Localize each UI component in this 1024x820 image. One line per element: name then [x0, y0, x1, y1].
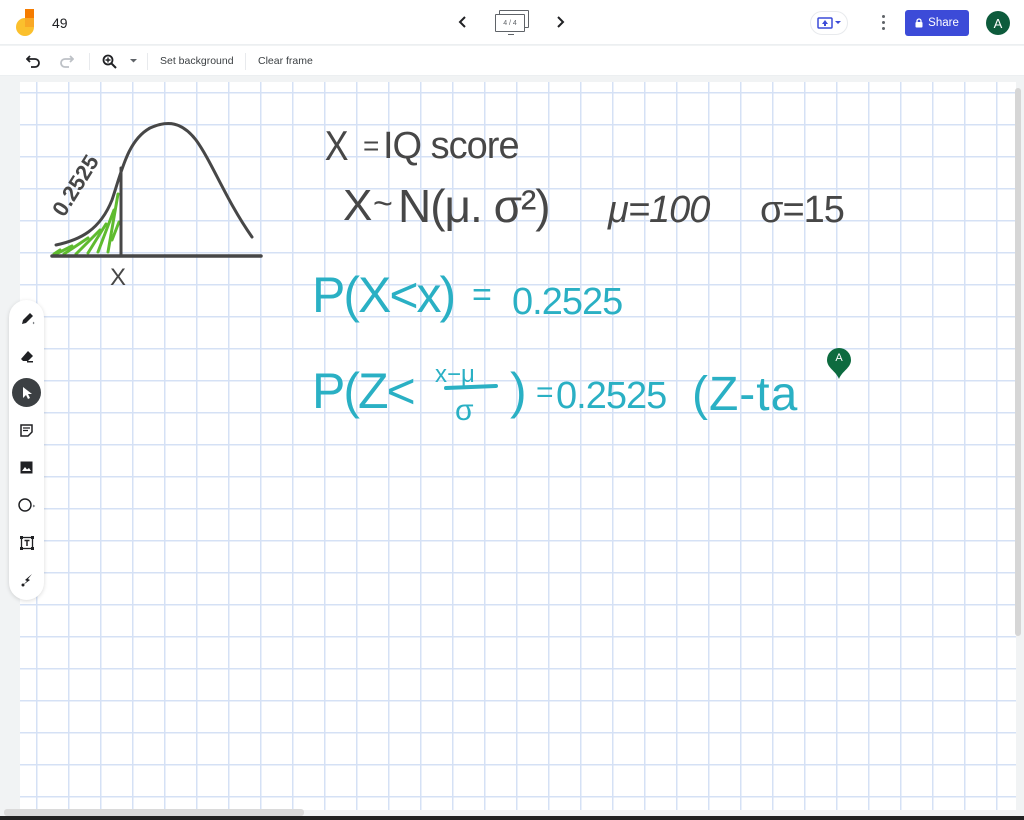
line-iq-definition: X = IQ score [325, 123, 520, 169]
toolbar-divider [245, 53, 246, 70]
frame-indicator-line [508, 34, 514, 35]
zoom-dropdown-button[interactable] [124, 52, 142, 70]
sticky-note-icon [20, 424, 33, 437]
line3-val: 0.2525 [512, 281, 622, 323]
line3-expr: P(X<x) [312, 267, 454, 323]
undo-button[interactable] [24, 52, 42, 70]
next-frame-button[interactable] [550, 12, 570, 32]
select-tool[interactable] [12, 378, 41, 407]
image-icon [20, 461, 33, 474]
vertical-scrollbar[interactable] [1015, 88, 1021, 636]
x-cutoff-label: X [110, 264, 126, 291]
jamboard-logo-icon[interactable] [16, 9, 38, 37]
line3-eq: = [472, 276, 492, 314]
share-button[interactable]: Share [905, 10, 969, 36]
frame-bar-toggle[interactable]: 4 / 4 [494, 10, 530, 36]
normal-curve-sketch: 0.2525 X [47, 122, 263, 291]
text-box-icon [19, 535, 34, 550]
laser-tool[interactable] [12, 565, 41, 594]
eraser-icon [20, 350, 33, 362]
line2-dist: N(μ. σ²) [398, 180, 550, 232]
ink-layer: 0.2525 X X = IQ score X ~ N(μ. σ²) μ=100… [47, 122, 845, 427]
line1-lhs: X [325, 123, 349, 169]
laser-icon [21, 573, 32, 586]
cursor-arrow-icon [22, 386, 32, 399]
present-button[interactable] [810, 11, 848, 35]
line4-lhs: P(Z< [312, 363, 414, 419]
line4-numerator: x−μ [435, 361, 475, 388]
zoom-in-icon [102, 54, 117, 69]
whiteboard-canvas[interactable]: 0.2525 X X = IQ score X ~ N(μ. σ²) μ=100… [20, 82, 1016, 810]
circle-icon [17, 497, 35, 512]
top-bar: 49 4 / 4 Share A [0, 0, 1024, 45]
zoom-button[interactable] [100, 52, 118, 70]
toolbar-divider [89, 53, 90, 70]
frame-counter: 4 / 4 [495, 14, 525, 32]
line2-sigma: σ=15 [760, 189, 844, 231]
toolbar-divider [147, 53, 148, 70]
chevron-left-icon [458, 16, 466, 28]
shape-tool[interactable] [12, 490, 41, 519]
line4-fraction-bar [444, 384, 498, 390]
area-label: 0.2525 [47, 150, 104, 220]
cast-screen-icon [817, 17, 833, 29]
jam-title[interactable]: 49 [52, 15, 68, 31]
redo-button[interactable] [58, 52, 76, 70]
line-probability: P(X<x) = 0.2525 [312, 267, 623, 323]
set-background-button[interactable]: Set background [160, 55, 234, 67]
chevron-right-icon [557, 16, 565, 28]
tool-palette [9, 300, 44, 600]
horizontal-scrollbar[interactable] [4, 809, 304, 816]
clear-frame-button[interactable]: Clear frame [258, 55, 313, 67]
eraser-tool[interactable] [12, 341, 41, 370]
account-avatar[interactable]: A [986, 11, 1010, 35]
prev-frame-button[interactable] [453, 12, 473, 32]
window-bottom-edge [0, 816, 1024, 820]
line-standardized: P(Z< x−μ σ ) = 0.2525 (Z-ta [312, 361, 798, 427]
pen-icon [21, 312, 35, 324]
edit-toolbar: Set background Clear frame [0, 46, 1024, 76]
image-tool[interactable] [12, 453, 41, 482]
line1-eq: = [363, 130, 379, 161]
line4-tail: (Z-ta [692, 368, 798, 421]
line4-close: ) [510, 363, 527, 419]
collaborator-initial: A [835, 352, 843, 364]
line2-tilde: ~ [373, 185, 393, 223]
pen-tool[interactable] [12, 304, 41, 333]
undo-icon [26, 54, 40, 68]
line4-val: 0.2525 [556, 375, 666, 417]
caret-down-icon [835, 21, 841, 24]
line2-lhs: X [343, 181, 372, 230]
lock-icon [915, 18, 923, 28]
line4-denominator: σ [455, 394, 474, 427]
collaborator-cursor: A [826, 347, 852, 383]
line2-mu: μ=100 [607, 189, 710, 231]
line1-rhs: IQ score [383, 125, 519, 167]
redo-icon [60, 54, 74, 68]
text-box-tool[interactable] [12, 528, 41, 557]
share-label: Share [928, 17, 959, 29]
line4-eq: = [536, 376, 554, 409]
line-distribution: X ~ N(μ. σ²) μ=100 σ=15 [343, 180, 845, 232]
sticky-note-tool[interactable] [12, 416, 41, 445]
caret-down-icon [129, 59, 137, 63]
more-options-icon[interactable] [876, 12, 890, 32]
